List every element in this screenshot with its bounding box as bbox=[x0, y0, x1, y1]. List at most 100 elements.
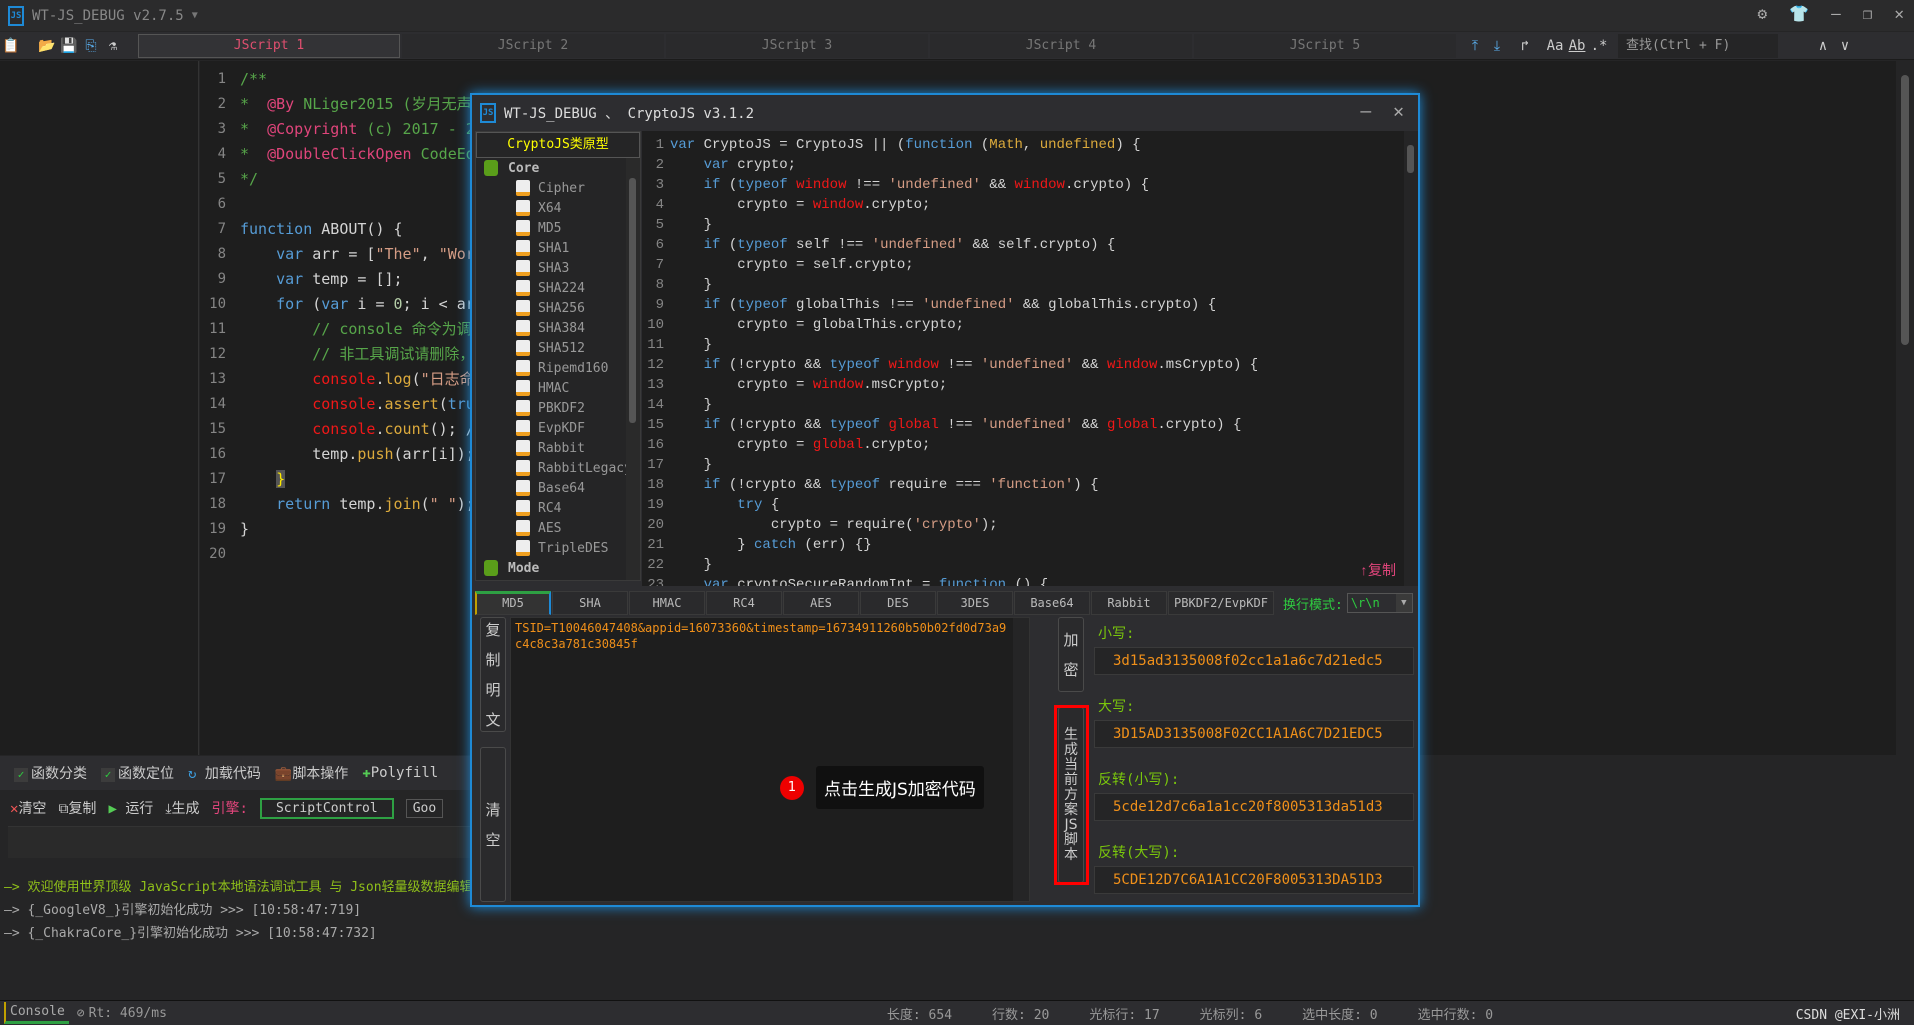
tab-3des[interactable]: 3DES bbox=[937, 591, 1013, 615]
code-text[interactable]: var CryptoJS = CryptoJS || (function (Ma… bbox=[670, 135, 1258, 586]
polyfill-button[interactable]: ✚Polyfill bbox=[362, 765, 438, 781]
result-field[interactable]: 3D15AD3135008F02CC1A1A6C7D21EDC5 bbox=[1094, 720, 1414, 748]
plaintext-input[interactable]: TSID=T10046047408&appid=16073360&timesta… bbox=[510, 617, 1030, 902]
tree-item[interactable]: MD5 bbox=[476, 218, 640, 238]
tree-group[interactable]: Core bbox=[476, 158, 640, 178]
copy-button[interactable]: ⧉复制 bbox=[58, 798, 96, 818]
whole-word-icon[interactable]: Ab bbox=[1566, 38, 1588, 54]
encrypt-button[interactable]: 加密 bbox=[1058, 617, 1084, 692]
wrap-icon[interactable]: ↱ bbox=[1514, 38, 1536, 54]
result-field[interactable]: 5CDE12D7C6A1A1CC20F8005313DA51D3 bbox=[1094, 866, 1414, 894]
clipboard-icon[interactable]: 📋 bbox=[0, 38, 22, 54]
tab-aes[interactable]: AES bbox=[783, 591, 859, 615]
tab-jscript-5[interactable]: JScript 5 bbox=[1194, 33, 1456, 58]
tab-jscript-1[interactable]: JScript 1 bbox=[138, 33, 400, 58]
tree-item-label: Rabbit bbox=[538, 440, 585, 456]
save-all-icon[interactable]: ⎘ bbox=[80, 38, 102, 54]
tree-item[interactable]: RC4 bbox=[476, 498, 640, 518]
code-scrollbar[interactable] bbox=[1404, 131, 1418, 586]
tree-item[interactable]: SHA256 bbox=[476, 298, 640, 318]
dialog-minimize-button[interactable]: — bbox=[1360, 101, 1371, 122]
match-case-icon[interactable]: Aa bbox=[1544, 38, 1566, 54]
plaintext-scrollbar[interactable] bbox=[1013, 618, 1029, 901]
tree-group[interactable]: Mode bbox=[476, 558, 640, 578]
go-bottom-icon[interactable]: ⤓ bbox=[1486, 38, 1508, 54]
file-icon bbox=[516, 400, 530, 416]
engine-scriptcontrol-button[interactable]: ScriptControl bbox=[259, 797, 394, 819]
result-field[interactable]: 5cde12d7c6a1a1cc20f8005313da51d3 bbox=[1094, 793, 1414, 821]
function-locate-checkbox[interactable]: ✓ 函数定位 bbox=[101, 763, 174, 783]
copy-plaintext-button[interactable]: 复制明文 bbox=[480, 617, 506, 732]
clear-plaintext-button[interactable]: 清空 bbox=[480, 747, 506, 902]
tree-item[interactable]: TripleDES bbox=[476, 538, 640, 558]
tree-item[interactable]: HMAC bbox=[476, 378, 640, 398]
tree-item[interactable]: X64 bbox=[476, 198, 640, 218]
tab-des[interactable]: DES bbox=[860, 591, 936, 615]
tree-item[interactable]: SHA3 bbox=[476, 258, 640, 278]
tree-scrollbar[interactable] bbox=[626, 158, 640, 580]
tab-sha[interactable]: SHA bbox=[552, 591, 628, 615]
tree-item[interactable]: Base64 bbox=[476, 478, 640, 498]
tab-jscript-4[interactable]: JScript 4 bbox=[930, 33, 1192, 58]
tab-base64[interactable]: Base64 bbox=[1014, 591, 1090, 615]
regex-icon[interactable]: .* bbox=[1588, 38, 1610, 54]
tree-item[interactable]: SHA384 bbox=[476, 318, 640, 338]
console-tab[interactable]: Console bbox=[4, 1002, 69, 1024]
tree-header: CryptoJS类原型 bbox=[476, 132, 640, 158]
tab-pbkdf2-evpkdf[interactable]: PBKDF2/EvpKDF bbox=[1168, 591, 1274, 615]
code-line: var arr = ["The", "Wor bbox=[276, 245, 475, 263]
tree-item[interactable]: EvpKDF bbox=[476, 418, 640, 438]
cryptojs-code-view[interactable]: 1 2 3 4 5 6 7 8 9 10 11 12 13 14 15 16 17 18 19 20 21 22 23 va… bbox=[642, 131, 1418, 586]
tree-item[interactable]: Cipher bbox=[476, 178, 640, 198]
tab-jscript-3[interactable]: JScript 3 bbox=[666, 33, 928, 58]
tab-rabbit[interactable]: Rabbit bbox=[1091, 591, 1167, 615]
open-file-icon[interactable]: 📂 bbox=[36, 38, 58, 54]
clear-button[interactable]: ✕清空 bbox=[10, 798, 46, 818]
tab-jscript-2[interactable]: JScript 2 bbox=[402, 33, 664, 58]
result-label: 反转(小写): bbox=[1098, 772, 1180, 788]
tree-item[interactable]: SHA1 bbox=[476, 238, 640, 258]
close-button[interactable]: ✕ bbox=[1894, 4, 1904, 23]
line-mode-select[interactable]: \r\n ▼ bbox=[1346, 593, 1413, 613]
line-number: 20 bbox=[209, 546, 226, 562]
file-icon bbox=[516, 500, 530, 516]
tree-item[interactable]: SHA512 bbox=[476, 338, 640, 358]
line-number: 23 bbox=[647, 577, 664, 586]
title-dropdown-icon[interactable]: ▼ bbox=[192, 10, 198, 21]
tree-item[interactable]: SHA224 bbox=[476, 278, 640, 298]
tree-item[interactable]: AES bbox=[476, 518, 640, 538]
flask-icon[interactable]: ⚗ bbox=[102, 38, 124, 54]
copy-code-button[interactable]: ↑复制 bbox=[1360, 562, 1396, 582]
dialog-close-button[interactable]: ✕ bbox=[1393, 101, 1404, 122]
script-ops-button[interactable]: 💼脚本操作 bbox=[275, 763, 348, 783]
tab-hmac[interactable]: HMAC bbox=[629, 591, 705, 615]
tree-item[interactable]: Ripemd160 bbox=[476, 358, 640, 378]
find-prev-icon[interactable]: ∧ bbox=[1812, 38, 1834, 54]
tab-rc4[interactable]: RC4 bbox=[706, 591, 782, 615]
result-field[interactable]: 3d15ad3135008f02cc1a1a6c7d21edc5 bbox=[1094, 647, 1414, 675]
editor-scrollbar[interactable] bbox=[1898, 61, 1914, 755]
engine-googlev8-button[interactable]: Goo bbox=[405, 798, 444, 818]
tree-item[interactable]: RabbitLegacy bbox=[476, 458, 640, 478]
line-number: 22 bbox=[647, 557, 664, 573]
restore-button[interactable]: ❐ bbox=[1863, 4, 1873, 23]
settings-icon[interactable]: ⚙ bbox=[1758, 4, 1768, 23]
scrollbar-thumb[interactable] bbox=[1901, 75, 1909, 345]
tab-md5[interactable]: MD5 bbox=[475, 591, 551, 615]
generate-button[interactable]: ⤓生成 bbox=[165, 798, 199, 818]
file-icon bbox=[516, 480, 530, 496]
minimize-button[interactable]: — bbox=[1831, 4, 1841, 23]
tree-item[interactable]: PBKDF2 bbox=[476, 398, 640, 418]
tree-item-label: SHA1 bbox=[538, 240, 570, 256]
save-icon[interactable]: 💾 bbox=[58, 38, 80, 54]
code-text[interactable]: /** * @By NLiger2015 (岁月无声 * @Copyright (c… bbox=[240, 67, 475, 567]
find-next-icon[interactable]: ∨ bbox=[1834, 38, 1856, 54]
tree-item[interactable]: Rabbit bbox=[476, 438, 640, 458]
console-input[interactable] bbox=[8, 826, 470, 858]
function-category-checkbox[interactable]: ✓ 函数分类 bbox=[14, 763, 87, 783]
load-code-button[interactable]: ↻ 加载代码 bbox=[188, 763, 261, 783]
find-input[interactable]: 查找(Ctrl + F) bbox=[1618, 33, 1778, 58]
run-button[interactable]: ▶ 运行 bbox=[108, 798, 153, 818]
go-top-icon[interactable]: ⤒ bbox=[1464, 38, 1486, 54]
skin-icon[interactable]: 👕 bbox=[1789, 4, 1809, 23]
